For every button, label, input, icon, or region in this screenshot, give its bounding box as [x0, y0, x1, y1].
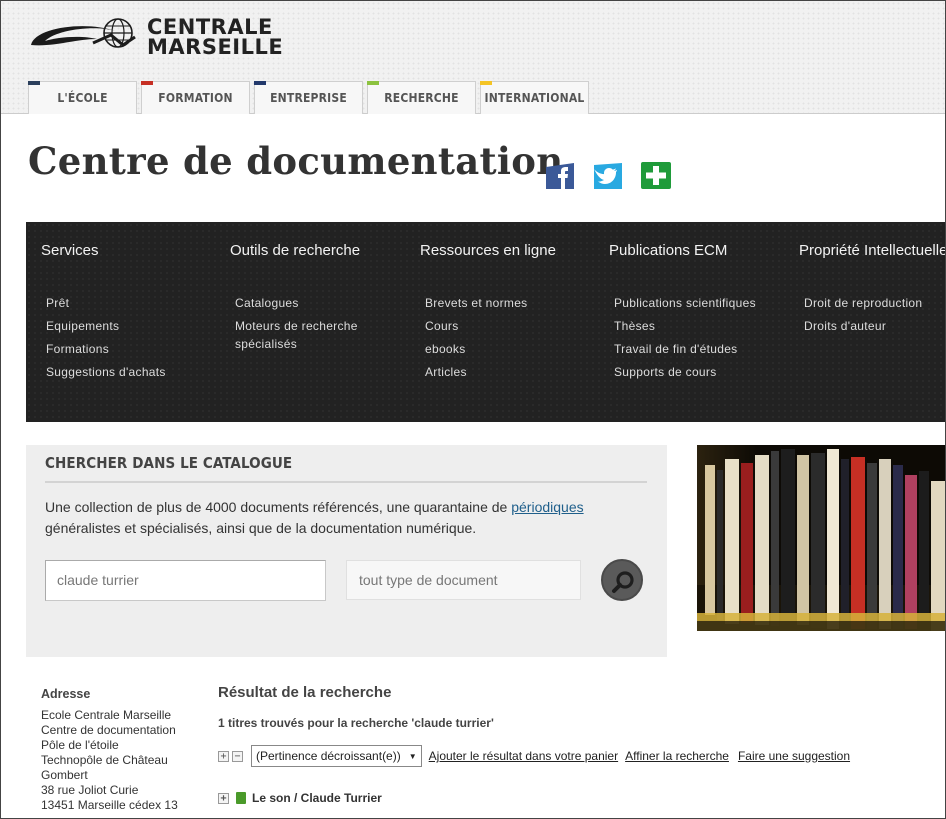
menu-heading[interactable]: Outils de recherche	[230, 242, 360, 259]
page-title: Centre de documentation	[28, 139, 564, 183]
add-to-basket-link[interactable]: Ajouter le résultat dans votre panier	[429, 749, 618, 763]
results-title: Résultat de la recherche	[218, 684, 392, 701]
results-count: 1 titres trouvés pour la recherche 'clau…	[218, 716, 494, 730]
tab-color-mark	[254, 81, 266, 85]
menu-item[interactable]: Supports de cours	[614, 363, 756, 381]
expand-item-button[interactable]: +	[218, 792, 229, 804]
book-icon	[236, 792, 246, 804]
page-frame: CENTRALE MARSEILLE L'ÉCOLE FORMATION ENT…	[0, 0, 946, 819]
menu-column-publications: Publications ECM Publications scientifiq…	[609, 222, 756, 386]
search-icon	[612, 571, 634, 593]
logo-text: CENTRALE MARSEILLE	[147, 15, 284, 59]
refine-search-link[interactable]: Affiner la recherche	[625, 749, 729, 763]
site-header: CENTRALE MARSEILLE L'ÉCOLE FORMATION ENT…	[1, 1, 945, 114]
logo-line2: MARSEILLE	[147, 35, 284, 59]
menu-item[interactable]: Prêt	[46, 294, 166, 312]
tab-label: ENTREPRISE	[270, 91, 347, 105]
tab-ecole[interactable]: L'ÉCOLE	[28, 81, 137, 114]
result-row: + Le son / Claude Turrier	[218, 791, 382, 805]
menu-item[interactable]: ebooks	[425, 340, 556, 358]
mega-menu: Services Prêt Equipements Formations Sug…	[26, 222, 945, 422]
address-line: Gombert	[41, 768, 88, 782]
facebook-icon[interactable]	[544, 161, 576, 189]
menu-heading[interactable]: Publications ECM	[609, 242, 756, 259]
tab-label: INTERNATIONAL	[484, 91, 585, 105]
menu-column-services: Services Prêt Equipements Formations Sug…	[41, 222, 166, 386]
divider	[45, 481, 647, 483]
tab-recherche[interactable]: RECHERCHE	[367, 81, 476, 114]
tab-color-mark	[480, 81, 492, 85]
tab-label: RECHERCHE	[384, 91, 459, 105]
menu-item[interactable]: Suggestions d'achats	[46, 363, 166, 381]
search-input[interactable]: claude turrier	[45, 560, 326, 601]
share-plus-icon[interactable]	[640, 161, 672, 189]
address-line: 13451 Marseille cédex 13	[41, 798, 178, 812]
address-block: Adresse Ecole Centrale Marseille Centre …	[41, 687, 178, 813]
social-share	[544, 161, 672, 189]
tab-label: L'ÉCOLE	[57, 91, 108, 105]
search-panel-title: CHERCHER DANS LE CATALOGUE	[45, 454, 293, 472]
menu-item[interactable]: Thèses	[614, 317, 756, 335]
menu-item[interactable]: Equipements	[46, 317, 166, 335]
tab-color-mark	[141, 81, 153, 85]
menu-heading[interactable]: Propriété Intellectuelle	[799, 242, 945, 259]
menu-column-outils: Outils de recherche Catalogues Moteurs d…	[230, 222, 360, 358]
address-line: 38 rue Joliot Curie	[41, 783, 139, 797]
tab-international[interactable]: INTERNATIONAL	[480, 81, 589, 114]
logo-swoosh-icon	[31, 18, 136, 48]
menu-item[interactable]: Moteurs de recherche	[235, 317, 360, 335]
sort-select[interactable]: (Pertinence décroissant(e)) ▼	[251, 745, 422, 767]
menu-item[interactable]: Droit de reproduction	[804, 294, 945, 312]
results-toolbar: + − (Pertinence décroissant(e)) ▼ Ajoute…	[218, 745, 850, 767]
address-line: Technopôle de Château	[41, 753, 168, 767]
menu-item[interactable]: spécialisés	[235, 335, 360, 353]
menu-column-propriete: Propriété Intellectuelle Droit de reprod…	[799, 222, 945, 340]
address-line: Pôle de l'étoile	[41, 738, 119, 752]
menu-heading[interactable]: Services	[41, 242, 166, 259]
catalogue-search-panel: CHERCHER DANS LE CATALOGUE Une collectio…	[26, 445, 667, 657]
periodiques-link[interactable]: périodiques	[511, 499, 583, 515]
menu-item[interactable]: Travail de fin d'études	[614, 340, 756, 358]
main-nav: L'ÉCOLE FORMATION ENTREPRISE RECHERCHE I…	[28, 81, 593, 114]
description-text: généralistes et spécialisés, ainsi que d…	[45, 520, 477, 536]
document-type-select[interactable]: tout type de document	[346, 560, 581, 600]
menu-column-ressources: Ressources en ligne Brevets et normes Co…	[420, 222, 556, 386]
menu-item[interactable]: Formations	[46, 340, 166, 358]
logo-line1: CENTRALE	[147, 15, 273, 39]
tab-color-mark	[367, 81, 379, 85]
address-line: Ecole Centrale Marseille	[41, 708, 172, 722]
logo[interactable]: CENTRALE MARSEILLE	[27, 15, 283, 61]
tab-color-mark	[28, 81, 40, 85]
tab-label: FORMATION	[158, 91, 233, 105]
result-title[interactable]: Le son / Claude Turrier	[252, 791, 382, 805]
suggestion-link[interactable]: Faire une suggestion	[738, 749, 850, 763]
expand-all-button[interactable]: +	[218, 750, 229, 762]
collapse-all-button[interactable]: −	[232, 750, 243, 762]
menu-item[interactable]: Droits d'auteur	[804, 317, 945, 335]
menu-item[interactable]: Brevets et normes	[425, 294, 556, 312]
tab-formation[interactable]: FORMATION	[141, 81, 250, 114]
menu-item[interactable]: Catalogues	[235, 294, 360, 312]
menu-item[interactable]: Cours	[425, 317, 556, 335]
tab-entreprise[interactable]: ENTREPRISE	[254, 81, 363, 114]
address-line: Centre de documentation	[41, 723, 176, 737]
chevron-down-icon: ▼	[408, 751, 417, 761]
search-button[interactable]	[601, 559, 643, 601]
sort-value: (Pertinence décroissant(e))	[256, 749, 401, 763]
twitter-icon[interactable]	[592, 161, 624, 189]
address-heading: Adresse	[41, 687, 91, 701]
menu-heading[interactable]: Ressources en ligne	[420, 242, 556, 259]
description-text: Une collection de plus de 4000 documents…	[45, 499, 512, 515]
menu-item[interactable]: Publications scientifiques	[614, 294, 756, 312]
menu-item[interactable]: Articles	[425, 363, 556, 381]
books-photo	[697, 445, 945, 631]
search-results: Résultat de la recherche 1 titres trouvé…	[218, 684, 938, 805]
search-description: Une collection de plus de 4000 documents…	[45, 497, 645, 539]
